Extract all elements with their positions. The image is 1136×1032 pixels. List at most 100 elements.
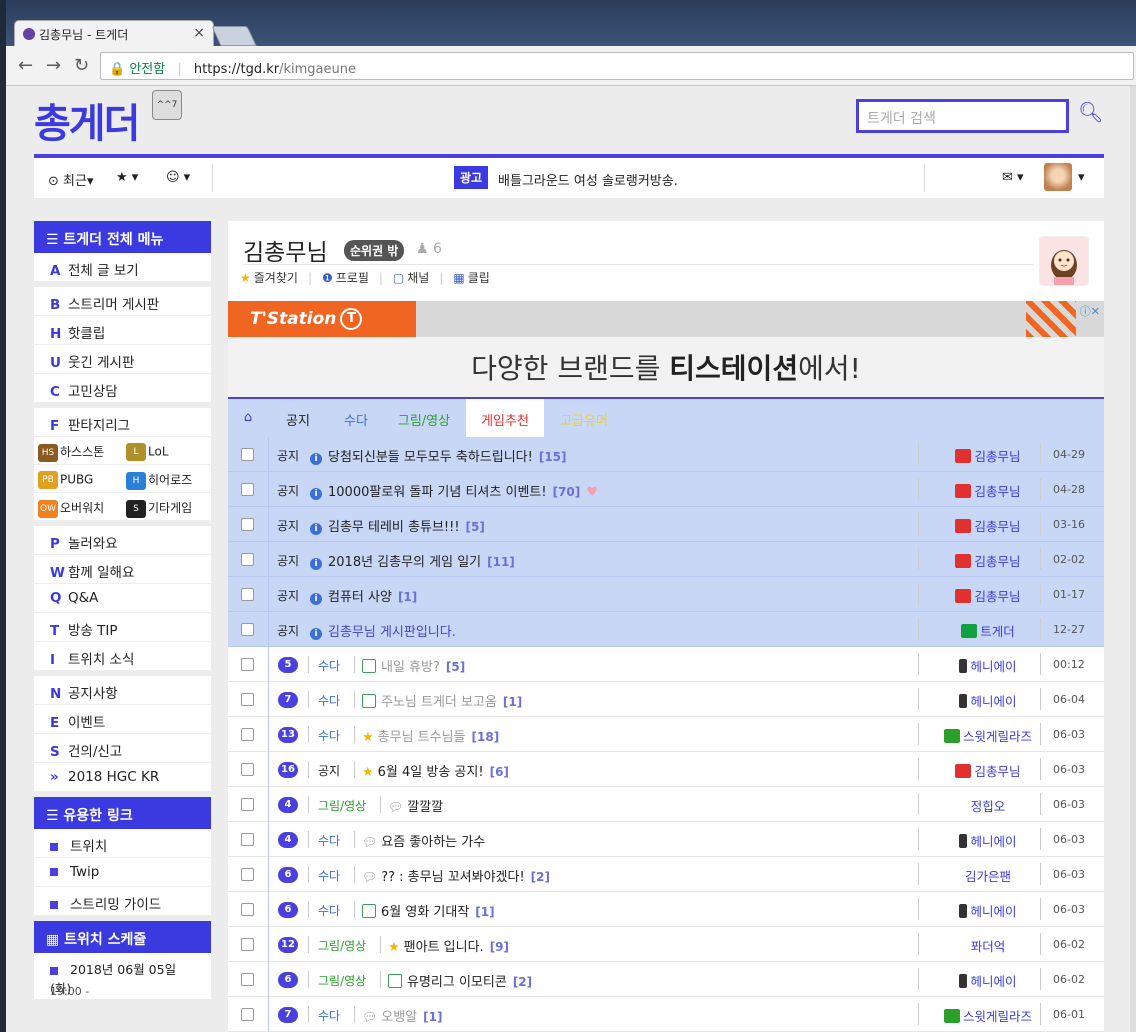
select-checkbox[interactable]	[241, 903, 254, 916]
browser-tab[interactable]: 김총무님 - 트게더 ×	[14, 20, 214, 47]
select-checkbox[interactable]	[241, 588, 254, 601]
post-author[interactable]: 헤니에이	[928, 831, 1048, 850]
table-row[interactable]: 4 그림/영상 💬︎ 깔깔깔 정힙오 06-03	[228, 787, 1104, 822]
post-author[interactable]: 김가은팬	[928, 866, 1048, 885]
select-checkbox[interactable]	[241, 518, 254, 531]
useful-link[interactable]: 트위치	[34, 829, 211, 858]
post-author[interactable]: 김총무님	[928, 586, 1048, 605]
post-title[interactable]: i 컴퓨터 사양 [1]	[310, 586, 417, 605]
game-item[interactable]: L LoL	[122, 437, 210, 465]
post-author[interactable]: 헤니에이	[928, 691, 1048, 710]
post-author[interactable]: 스윗게릴라즈	[928, 1006, 1048, 1025]
select-checkbox[interactable]	[241, 868, 254, 881]
post-category[interactable]: 수다	[318, 902, 340, 919]
channel-link[interactable]: ❶ 프로필	[322, 271, 369, 285]
post-title[interactable]: 주노님 트게더 보고옴 [1]	[362, 691, 522, 710]
sidebar-item[interactable]: U 웃긴 게시판	[34, 345, 211, 374]
ad-banner[interactable]: T'Station T ⓘ✕ 다양한 브랜드를 티스테이션에서!	[228, 301, 1104, 397]
search-icon[interactable]: 🔍︎	[1078, 100, 1103, 124]
post-author[interactable]: 퐈더억	[928, 936, 1048, 955]
useful-link[interactable]: Twip	[34, 858, 211, 887]
post-author[interactable]: 정힙오	[928, 796, 1048, 815]
reload-icon[interactable]: ↻	[74, 55, 89, 76]
board-tab[interactable]: 고급유머	[544, 399, 624, 437]
emoji-dropdown[interactable]: ☺ ▾	[166, 170, 190, 185]
ad-link[interactable]: 배틀그라운드 여성 솔로랭커방송.	[498, 170, 678, 189]
table-row[interactable]: 공지 i 2018년 김총무의 게임 일기 [11] 김총무님 02-02	[228, 542, 1104, 577]
post-category[interactable]: 수다	[318, 1007, 340, 1024]
table-row[interactable]: 4 수다 💬︎ 요즘 좋아하는 가수 헤니에이 06-03	[228, 822, 1104, 857]
select-checkbox[interactable]	[241, 728, 254, 741]
select-checkbox[interactable]	[241, 448, 254, 461]
sidebar-item[interactable]: N 공지사항	[34, 676, 211, 705]
table-row[interactable]: 5 수다 내일 휴방? [5] 헤니에이 00:12	[228, 647, 1104, 682]
post-title[interactable]: i 10000팔로워 돌파 기념 티셔츠 이벤트! [70] ♥	[310, 481, 598, 500]
sidebar-item[interactable]: P 놀러와요	[34, 526, 211, 555]
table-row[interactable]: 7 수다 💬︎ 오뱅알 [1] 스윗게릴라즈 06-01	[228, 997, 1104, 1032]
select-checkbox[interactable]	[241, 798, 254, 811]
sidebar-item[interactable]: H 핫클립	[34, 316, 211, 345]
sidebar-item[interactable]: E 이벤트	[34, 705, 211, 734]
useful-link[interactable]: 스트리밍 가이드	[34, 887, 211, 916]
sidebar-item[interactable]: W 함께 일해요	[34, 555, 211, 584]
select-checkbox[interactable]	[241, 938, 254, 951]
sidebar-item[interactable]: T 방송 TIP	[34, 613, 211, 642]
user-avatar[interactable]	[1044, 163, 1072, 191]
post-author[interactable]: 스윗게릴라즈	[928, 726, 1048, 745]
select-checkbox[interactable]	[241, 553, 254, 566]
board-tab[interactable]: ⌂	[228, 399, 268, 437]
post-category[interactable]: 수다	[318, 657, 340, 674]
channel-avatar[interactable]	[1039, 236, 1089, 286]
table-row[interactable]: 7 수다 주노님 트게더 보고옴 [1] 헤니에이 06-04	[228, 682, 1104, 717]
board-tab[interactable]: 그림/영상	[384, 399, 464, 437]
table-row[interactable]: 공지 i 10000팔로워 돌파 기념 티셔츠 이벤트! [70] ♥ 김총무님 04-28	[228, 472, 1104, 507]
post-author[interactable]: 김총무님	[928, 551, 1048, 570]
board-tab[interactable]: 공지	[268, 399, 328, 437]
post-title[interactable]: 💬︎?? : 총무님 꼬셔봐야겠다! [2]	[362, 866, 550, 885]
post-title[interactable]: ★ 팬아트 입니다. [9]	[388, 936, 509, 955]
profile-caret-icon[interactable]: ▾	[1078, 170, 1085, 185]
post-title[interactable]: ★ 6월 4일 방송 공지! [6]	[362, 761, 509, 780]
select-checkbox[interactable]	[241, 658, 254, 671]
post-author[interactable]: 헤니에이	[928, 656, 1048, 675]
post-category[interactable]: 수다	[318, 832, 340, 849]
table-row[interactable]: 13 수다 ★ 총무님 트수님들 [18] 스윗게릴라즈 06-03	[228, 717, 1104, 752]
post-category[interactable]: 그림/영상	[318, 937, 366, 954]
post-title[interactable]: i 김총무님 게시판입니다.	[310, 621, 456, 640]
select-checkbox[interactable]	[241, 973, 254, 986]
game-item[interactable]: PB PUBG	[34, 465, 122, 493]
post-title[interactable]: 6월 영화 기대작 [1]	[362, 901, 495, 920]
select-checkbox[interactable]	[241, 1008, 254, 1021]
table-row[interactable]: 16 공지 ★ 6월 4일 방송 공지! [6] 김총무님 06-03	[228, 752, 1104, 787]
mail-dropdown[interactable]: ✉ ▾	[1002, 170, 1024, 185]
table-row[interactable]: 6 그림/영상 유명리그 이모티콘 [2] 헤니에이 06-02	[228, 962, 1104, 997]
post-author[interactable]: 김총무님	[928, 516, 1048, 535]
table-row[interactable]: 공지 i 김총무님 게시판입니다. 트게더 12-27	[228, 612, 1104, 647]
game-item[interactable]: OW 오버워치	[34, 493, 122, 521]
post-title[interactable]: i 2018년 김총무의 게임 일기 [11]	[310, 551, 515, 570]
address-bar[interactable]: 🔒 안전함 | https://tgd.kr/kimgaeune	[100, 52, 1134, 80]
channel-link[interactable]: ★ 즐겨찾기	[240, 271, 298, 285]
post-author[interactable]: 트게더	[928, 621, 1048, 640]
game-item[interactable]: S 기타게임	[122, 493, 210, 521]
post-title[interactable]: 💬︎ 요즘 좋아하는 가수	[362, 831, 485, 850]
sidebar-item[interactable]: C 고민상담	[34, 374, 211, 403]
select-checkbox[interactable]	[241, 833, 254, 846]
game-item[interactable]: H 히어로즈	[122, 465, 210, 493]
post-title[interactable]: 내일 휴방? [5]	[362, 656, 465, 675]
board-tab[interactable]: 게임추천	[466, 399, 544, 437]
forward-icon[interactable]: →	[46, 55, 61, 76]
favorites-dropdown[interactable]: ★ ▾	[116, 170, 138, 185]
sidebar-item[interactable]: A 전체 글 보기	[34, 253, 211, 282]
post-category[interactable]: 수다	[318, 727, 340, 744]
select-checkbox[interactable]	[241, 483, 254, 496]
post-author[interactable]: 김총무님	[928, 481, 1048, 500]
select-checkbox[interactable]	[241, 623, 254, 636]
close-tab-icon[interactable]: ×	[193, 25, 205, 41]
back-icon[interactable]: ←	[18, 55, 33, 76]
post-category[interactable]: 수다	[318, 867, 340, 884]
table-row[interactable]: 6 수다 💬︎?? : 총무님 꼬셔봐야겠다! [2] 김가은팬 06-03	[228, 857, 1104, 892]
post-category[interactable]: 그림/영상	[318, 972, 366, 989]
table-row[interactable]: 공지 i 당첨되신분들 모두모두 축하드립니다! [15] 김총무님 04-29	[228, 437, 1104, 472]
table-row[interactable]: 6 수다 6월 영화 기대작 [1] 헤니에이 06-03	[228, 892, 1104, 927]
